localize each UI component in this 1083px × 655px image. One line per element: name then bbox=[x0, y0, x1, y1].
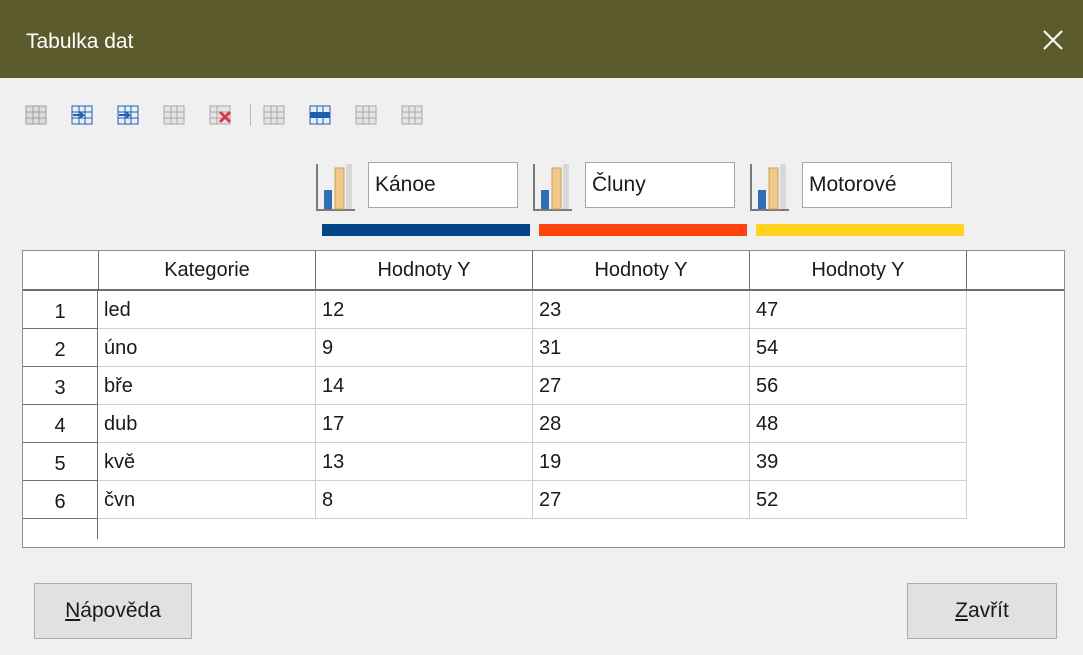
close-icon[interactable] bbox=[1037, 24, 1069, 56]
series-name-field[interactable]: Čluny bbox=[585, 162, 735, 208]
column-header-series-2[interactable]: Hodnoty Y bbox=[533, 251, 750, 289]
move-column-right-icon[interactable] bbox=[354, 100, 380, 130]
corner-cell[interactable] bbox=[23, 251, 99, 289]
close-button-accelerator: Z bbox=[955, 599, 968, 622]
chart-data-table-dialog: Tabulka dat Kánoe Čluny Motorové Kategor… bbox=[0, 0, 1083, 655]
value-cell[interactable]: 27 bbox=[533, 481, 750, 519]
bar-chart-icon bbox=[748, 160, 792, 212]
toolbar-separator bbox=[250, 104, 251, 126]
title-bar: Tabulka dat bbox=[0, 0, 1083, 78]
value-cell[interactable]: 12 bbox=[316, 291, 533, 329]
column-header-series-1[interactable]: Hodnoty Y bbox=[316, 251, 533, 289]
category-cell[interactable]: bře bbox=[98, 367, 316, 405]
category-cell[interactable]: úno bbox=[98, 329, 316, 367]
window-title: Tabulka dat bbox=[26, 30, 134, 53]
column-header-category[interactable]: Kategorie bbox=[99, 251, 316, 289]
help-button[interactable]: Nápověda bbox=[34, 583, 192, 639]
category-cell[interactable]: kvě bbox=[98, 443, 316, 481]
value-cell[interactable]: 54 bbox=[750, 329, 967, 367]
insert-text-column-icon[interactable] bbox=[116, 100, 142, 130]
value-cell[interactable]: 56 bbox=[750, 367, 967, 405]
series-color-bar bbox=[756, 224, 964, 236]
row-number[interactable]: 6 bbox=[23, 481, 98, 519]
value-cell[interactable]: 13 bbox=[316, 443, 533, 481]
value-cell[interactable]: 39 bbox=[750, 443, 967, 481]
column-header-series-3[interactable]: Hodnoty Y bbox=[750, 251, 967, 289]
move-row-up-icon[interactable] bbox=[308, 100, 334, 130]
move-row-down-icon[interactable] bbox=[262, 100, 288, 130]
value-cell[interactable]: 31 bbox=[533, 329, 750, 367]
row-number[interactable]: 1 bbox=[23, 291, 98, 329]
close-button-label: avřít bbox=[967, 599, 1009, 622]
value-cell[interactable]: 17 bbox=[316, 405, 533, 443]
move-column-left-icon[interactable] bbox=[400, 100, 426, 130]
data-grid: Kategorie Hodnoty Y Hodnoty Y Hodnoty Y … bbox=[22, 250, 1065, 548]
empty-row-number bbox=[23, 519, 98, 539]
delete-row-icon[interactable] bbox=[162, 100, 188, 130]
value-cell[interactable]: 23 bbox=[533, 291, 750, 329]
insert-row-icon[interactable] bbox=[24, 100, 50, 130]
series-color-bar bbox=[539, 224, 747, 236]
value-cell[interactable]: 27 bbox=[533, 367, 750, 405]
row-number[interactable]: 3 bbox=[23, 367, 98, 405]
value-cell[interactable]: 8 bbox=[316, 481, 533, 519]
value-cell[interactable]: 52 bbox=[750, 481, 967, 519]
close-button[interactable]: Zavřít bbox=[907, 583, 1057, 639]
help-button-accelerator: N bbox=[65, 599, 81, 622]
value-cell[interactable]: 48 bbox=[750, 405, 967, 443]
row-number[interactable]: 4 bbox=[23, 405, 98, 443]
row-number[interactable]: 2 bbox=[23, 329, 98, 367]
bar-chart-icon bbox=[531, 160, 575, 212]
value-cell[interactable]: 14 bbox=[316, 367, 533, 405]
value-cell[interactable]: 28 bbox=[533, 405, 750, 443]
series-color-bar bbox=[322, 224, 530, 236]
column-header-row: Kategorie Hodnoty Y Hodnoty Y Hodnoty Y bbox=[23, 251, 1064, 291]
value-cell[interactable]: 47 bbox=[750, 291, 967, 329]
category-cell[interactable]: led bbox=[98, 291, 316, 329]
series-name-field[interactable]: Kánoe bbox=[368, 162, 518, 208]
help-button-label: ápověda bbox=[80, 599, 161, 622]
series-name-field[interactable]: Motorové bbox=[802, 162, 952, 208]
value-cell[interactable]: 9 bbox=[316, 329, 533, 367]
delete-column-icon[interactable] bbox=[208, 100, 234, 130]
category-cell[interactable]: čvn bbox=[98, 481, 316, 519]
category-cell[interactable]: dub bbox=[98, 405, 316, 443]
value-cell[interactable]: 19 bbox=[533, 443, 750, 481]
insert-column-icon[interactable] bbox=[70, 100, 96, 130]
row-number[interactable]: 5 bbox=[23, 443, 98, 481]
bar-chart-icon bbox=[314, 160, 358, 212]
